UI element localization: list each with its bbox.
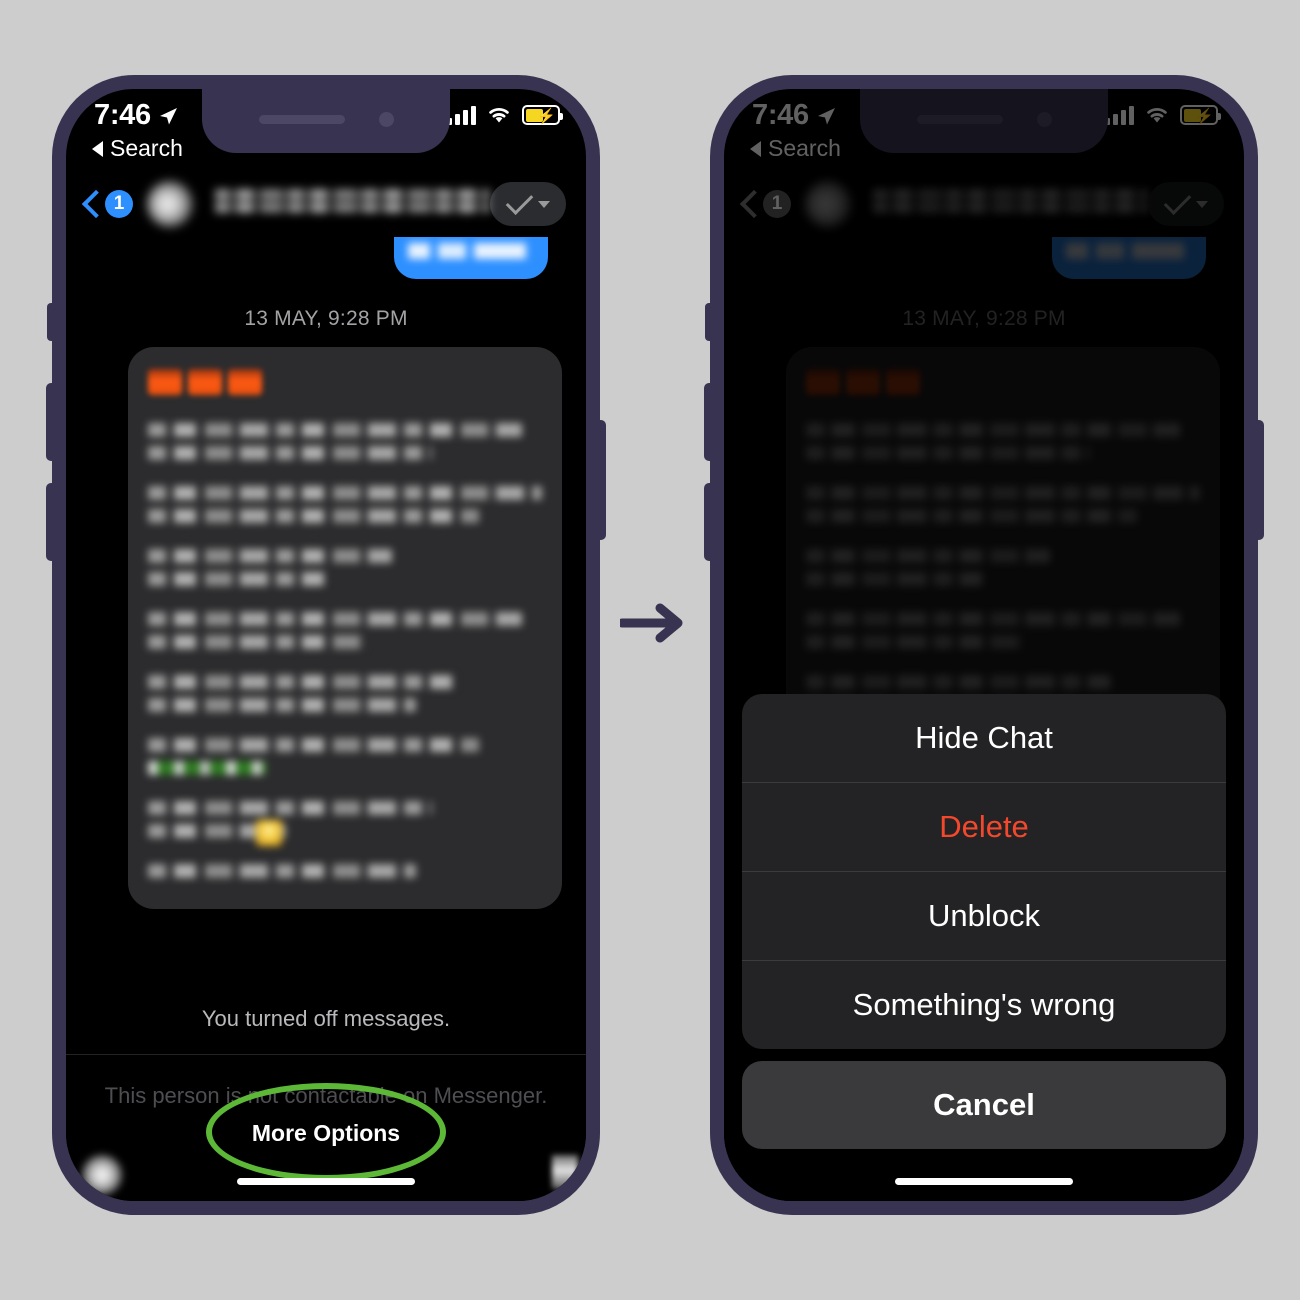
action-cancel[interactable]: Cancel (742, 1061, 1226, 1149)
notch (202, 89, 450, 153)
checkmark-icon (505, 187, 533, 215)
chat-timestamp: 13 MAY, 9:28 PM (244, 307, 408, 330)
action-unblock[interactable]: Unblock (742, 872, 1226, 961)
message-paragraph (148, 423, 542, 460)
action-delete[interactable]: Delete (742, 783, 1226, 872)
phone-left: 7:46 Search ⚡ 1 13 MAY, 9:28 PM You turn… (46, 75, 606, 1215)
more-options-button[interactable]: More Options (66, 1120, 586, 1147)
volume-down-button[interactable] (704, 483, 712, 561)
chat-nav-bar: 1 (66, 173, 586, 235)
sender-avatar (82, 1155, 122, 1195)
arrow-right-icon (620, 603, 683, 643)
back-triangle-icon (92, 140, 103, 157)
power-button[interactable] (598, 420, 606, 540)
screen-left: 7:46 Search ⚡ 1 13 MAY, 9:28 PM You turn… (66, 89, 586, 1201)
emoji-icon (188, 369, 222, 395)
volume-up-button[interactable] (46, 383, 54, 461)
chat-body: 13 MAY, 9:28 PM (66, 285, 586, 1201)
back-button[interactable]: 1 (81, 189, 133, 219)
wifi-icon (489, 108, 509, 123)
not-contactable-notice: This person is not contactable on Messen… (104, 1083, 548, 1108)
status-bar-indicators: ⚡ (447, 105, 563, 125)
message-paragraph (148, 801, 542, 846)
screen-right: 7:46 Search ⚡ (724, 89, 1244, 1201)
message-paragraph (148, 486, 542, 523)
contact-avatar[interactable] (147, 181, 193, 227)
back-app-label: Search (110, 135, 183, 161)
emoji-icon (228, 369, 262, 395)
battery-charging-icon: ⚡ (522, 105, 563, 125)
cellular-bars-icon (447, 105, 476, 125)
home-indicator[interactable] (895, 1178, 1073, 1185)
emoji-icon (148, 369, 182, 395)
contact-name[interactable] (215, 189, 490, 219)
message-paragraph (148, 675, 542, 712)
chevron-down-icon (537, 200, 550, 208)
status-bar-time-group: 7:46 (94, 99, 179, 132)
mute-switch[interactable] (47, 303, 54, 341)
message-paragraph (148, 612, 542, 649)
home-indicator[interactable] (237, 1178, 415, 1185)
message-paragraph (148, 738, 542, 775)
power-button[interactable] (1256, 420, 1264, 540)
action-somethings-wrong[interactable]: Something's wrong (742, 961, 1226, 1049)
messages-off-notice: You turned off messages. (66, 1006, 586, 1055)
status-bar-time: 7:46 (94, 99, 151, 131)
action-hide-chat[interactable]: Hide Chat (742, 694, 1226, 783)
message-paragraph (148, 864, 542, 878)
checkmark-chevron-button[interactable] (490, 182, 566, 226)
action-sheet-options: Hide Chat Delete Unblock Something's wro… (742, 694, 1226, 1049)
mute-switch[interactable] (705, 303, 712, 341)
volume-up-button[interactable] (704, 383, 712, 461)
message-bubble[interactable] (128, 347, 562, 909)
chevron-left-icon (81, 189, 111, 219)
speaker-grille-icon (258, 114, 345, 124)
action-sheet: Hide Chat Delete Unblock Something's wro… (742, 694, 1226, 1149)
phone-right: 7:46 Search ⚡ (704, 75, 1264, 1215)
emoji-icon (256, 820, 282, 846)
back-to-app-link[interactable]: Search (92, 135, 183, 162)
volume-down-button[interactable] (46, 483, 54, 561)
location-arrow-icon (159, 107, 177, 124)
front-camera-icon (378, 111, 394, 127)
message-paragraph (148, 549, 542, 586)
compose-pill-button[interactable] (394, 237, 548, 279)
message-side-indicator (552, 1155, 578, 1189)
reaction-emoji-row (148, 369, 542, 395)
